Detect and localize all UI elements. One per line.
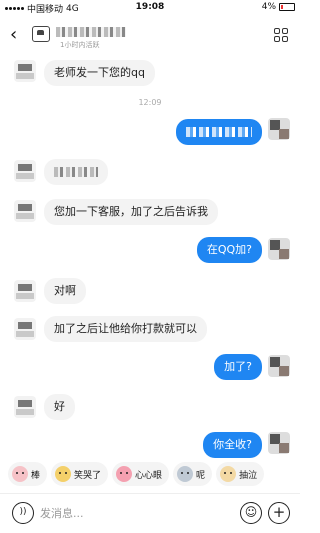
avatar[interactable] <box>14 280 36 302</box>
emoji-label: 呢 <box>196 470 206 481</box>
cat-emoji-icon <box>12 466 28 482</box>
emoji-chip[interactable]: 棒 <box>8 462 48 486</box>
message-bubble[interactable]: 对啊 <box>44 278 86 304</box>
battery-percent: 4% <box>261 2 276 12</box>
input-bar: )) ☺ + <box>0 493 300 533</box>
cat-emoji-icon <box>116 466 133 482</box>
message-bubble[interactable]: 老师发一下您的qq <box>44 60 155 86</box>
cat-emoji-icon <box>55 466 72 482</box>
message-bubble[interactable]: 在QQ加? <box>196 237 262 263</box>
redacted-text <box>54 167 98 177</box>
message-bubble[interactable]: 加了? <box>214 354 262 380</box>
avatar[interactable] <box>32 26 50 42</box>
active-status: 1小时内活跃 <box>60 41 100 49</box>
avatar[interactable] <box>14 200 36 222</box>
redacted-name <box>56 26 126 37</box>
message-bubble[interactable]: 加了之后让他给你打款就可以 <box>44 316 207 342</box>
plus-button[interactable]: + <box>268 502 290 524</box>
emoji-label: 心心眼 <box>135 470 163 481</box>
status-right: 4% <box>262 2 295 12</box>
emoji-label: 抽泣 <box>239 470 258 481</box>
avatar[interactable] <box>14 396 36 418</box>
smile-icon: ☺ <box>244 505 258 519</box>
avatar[interactable] <box>14 60 36 82</box>
emoji-button[interactable]: ☺ <box>240 502 262 524</box>
back-button[interactable]: ‹ <box>10 24 17 45</box>
message-bubble[interactable]: 您加一下客服，加了之后告诉我 <box>44 199 218 225</box>
avatar[interactable] <box>14 318 36 340</box>
contact-name <box>56 24 126 38</box>
chat-header: ‹ 1小时内活跃 <box>0 18 300 52</box>
voice-button[interactable]: )) <box>12 502 34 524</box>
chevron-left-icon: ‹ <box>10 24 18 45</box>
message-bubble[interactable]: 好 <box>44 394 75 420</box>
emoji-chip[interactable]: 心心眼 <box>112 462 170 486</box>
message-input[interactable] <box>40 502 220 524</box>
menu-icon[interactable] <box>274 28 288 42</box>
emoji-chip[interactable]: 笑哭了 <box>51 462 109 486</box>
redacted-text <box>186 127 252 137</box>
message-bubble[interactable] <box>176 119 262 145</box>
avatar[interactable] <box>268 118 290 140</box>
avatar[interactable] <box>268 432 290 454</box>
message-bubble[interactable] <box>44 159 108 185</box>
avatar[interactable] <box>268 355 290 377</box>
voice-icon: )) <box>19 507 27 517</box>
battery-icon <box>279 3 295 11</box>
clock: 19:08 <box>135 2 165 12</box>
message-list: 老师发一下您的qq 12:09 您加一下客服，加了之后告诉我 在QQ加? 对啊 … <box>0 52 300 460</box>
emoji-label: 笑哭了 <box>74 470 102 481</box>
timestamp: 12:09 <box>138 98 162 107</box>
emoji-suggestion-bar: 棒 笑哭了 心心眼 呢 抽泣 <box>0 462 300 490</box>
plus-icon: + <box>272 503 286 521</box>
emoji-chip[interactable]: 呢 <box>173 462 213 486</box>
emoji-label: 棒 <box>31 470 41 481</box>
cat-emoji-icon <box>220 466 237 482</box>
emoji-chip[interactable]: 抽泣 <box>216 462 265 486</box>
status-bar: 中国移动 4G 19:08 4% <box>0 0 300 16</box>
message-bubble[interactable]: 你全收? <box>203 432 262 458</box>
avatar[interactable] <box>268 238 290 260</box>
avatar[interactable] <box>14 160 36 182</box>
cat-emoji-icon <box>177 466 194 482</box>
